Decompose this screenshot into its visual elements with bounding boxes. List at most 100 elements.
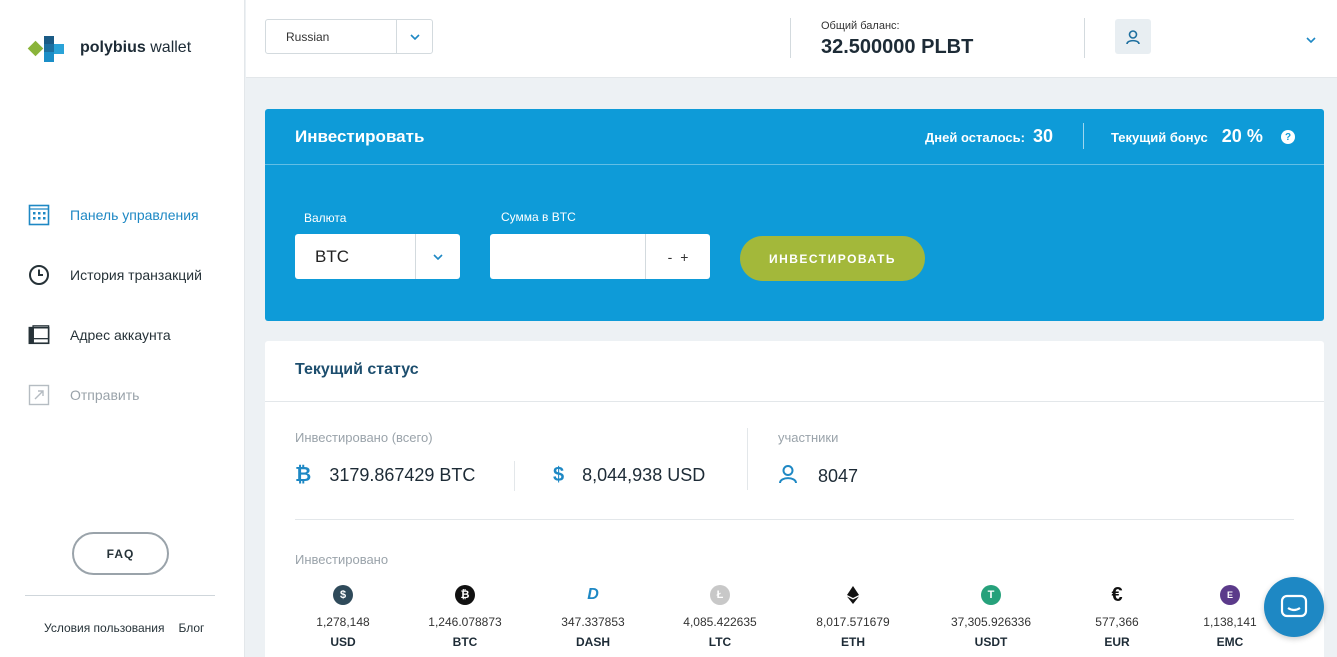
btc-total-value: 3179.867429 BTC (329, 465, 476, 485)
invest-divider (1083, 123, 1084, 149)
coin-code: EMC (1216, 635, 1244, 649)
logo-text: polybius wallet (80, 39, 192, 56)
sidebar-item-send[interactable]: Отправить (28, 365, 202, 425)
participants-value: 8047 (818, 466, 859, 486)
amount-stepper-controls: - + (645, 234, 710, 279)
days-left-value: 30 (1032, 126, 1053, 146)
chat-button[interactable] (1264, 577, 1324, 637)
status-divider-vertical (747, 428, 748, 490)
emercoin-icon: E (1220, 585, 1240, 605)
coin-usd: $ 1,278,148 USD (283, 585, 403, 649)
clock-icon (28, 264, 50, 286)
invest-button[interactable]: ИНВЕСТИРОВАТЬ (740, 236, 925, 281)
language-value: Russian (286, 29, 330, 44)
polybius-logo-icon (27, 33, 70, 63)
coin-dash: D 347.337853 DASH (533, 585, 653, 649)
sidebar-nav: Панель управления История транзакций Адр… (28, 185, 202, 425)
faq-button[interactable]: FAQ (72, 532, 169, 575)
balance-value: 32.500000 PLBT (821, 36, 974, 58)
sidebar-item-account-address[interactable]: Адрес аккаунта (28, 305, 202, 365)
sidebar-item-label: Панель управления (70, 207, 199, 223)
sidebar-item-label: История транзакций (70, 267, 202, 283)
bitcoin-icon: ₿ (295, 464, 312, 486)
terms-link[interactable]: Условия пользования (44, 621, 165, 635)
days-left: Дней осталось: 30 (925, 126, 1053, 147)
coin-amount: 347.337853 (561, 615, 625, 629)
send-arrow-icon (28, 384, 50, 406)
decrement-button[interactable]: - (668, 249, 673, 265)
chat-icon (1280, 594, 1308, 618)
currency-value: BTC (315, 246, 349, 266)
user-avatar-button[interactable] (1115, 19, 1151, 54)
status-divider (295, 519, 1294, 520)
coin-ltc: Ł 4,085.422635 LTC (660, 585, 780, 649)
header-divider (1084, 18, 1085, 58)
coin-eur: € 577,366 EUR (1057, 583, 1177, 650)
coin-code: LTC (708, 635, 732, 649)
coin-code: BTC (452, 635, 478, 649)
coin-amount: 37,305.926336 (950, 615, 1032, 629)
invested-label: Инвестировано (295, 552, 389, 567)
currency-select[interactable]: BTC (295, 234, 460, 279)
litecoin-icon: Ł (710, 585, 730, 605)
chevron-down-icon[interactable] (1306, 30, 1316, 48)
calculator-icon (28, 204, 50, 226)
sidebar-divider (25, 595, 215, 596)
logo[interactable]: polybius wallet (27, 33, 192, 63)
coin-amount: 8,017.571679 (816, 615, 890, 629)
invest-panel: Инвестировать Дней осталось: 30 Текущий … (265, 109, 1324, 321)
coin-code: USDT (974, 635, 1008, 649)
status-title: Текущий статус (295, 361, 419, 378)
coin-eth: 8,017.571679 ETH (793, 585, 913, 649)
participants-label: участники (778, 430, 839, 445)
dollar-icon: $ (553, 464, 565, 486)
dash-icon: D (587, 586, 599, 603)
chevron-down-icon (396, 20, 432, 53)
amount-input[interactable] (490, 234, 645, 279)
chevron-down-icon (415, 234, 460, 279)
wallet-icon (28, 324, 50, 346)
coin-code: USD (330, 635, 356, 649)
total-balance: Общий баланс: 32.500000 PLBT (821, 20, 973, 59)
status-divider-vertical (514, 461, 515, 491)
btc-total: ₿ 3179.867429 BTC (295, 464, 475, 487)
amount-stepper: - + (490, 234, 710, 279)
current-status-card: Текущий статус Инвестировано (всего) ₿ 3… (265, 341, 1324, 657)
blog-link[interactable]: Блог (179, 621, 205, 635)
top-header: Russian Общий баланс: 32.500000 PLBT (246, 0, 1337, 78)
coin-btc: ₿ 1,246.078873 BTC (405, 585, 525, 649)
sidebar: polybius wallet Панель управления Истори… (0, 0, 245, 657)
coin-amount: 1,246.078873 (428, 615, 502, 629)
currency-label: Валюта (304, 211, 347, 225)
user-icon (1126, 29, 1140, 44)
status-divider (265, 401, 1324, 402)
increment-button[interactable]: + (680, 249, 688, 265)
users-icon (778, 464, 798, 489)
header-divider (790, 18, 791, 58)
help-icon[interactable]: ? (1281, 130, 1295, 144)
euro-icon: € (1111, 583, 1123, 606)
usd-total-value: 8,044,938 USD (582, 465, 706, 485)
coin-code: DASH (575, 635, 610, 649)
invest-divider-line (265, 164, 1324, 165)
tether-icon: T (981, 585, 1001, 605)
sidebar-item-dashboard[interactable]: Панель управления (28, 185, 202, 245)
amount-label: Сумма в BTC (501, 210, 576, 224)
sidebar-item-transactions[interactable]: История транзакций (28, 245, 202, 305)
bonus-value: 20 % (1221, 126, 1263, 146)
usd-total: $ 8,044,938 USD (553, 464, 705, 487)
sidebar-item-label: Адрес аккаунта (70, 327, 171, 343)
invest-title: Инвестировать (295, 127, 425, 146)
bitcoin-icon: ₿ (455, 585, 475, 605)
coin-amount: 4,085.422635 (683, 615, 757, 629)
bonus-label: Текущий бонус (1111, 130, 1208, 145)
ethereum-icon (843, 585, 863, 605)
invested-total-label: Инвестировано (всего) (295, 430, 433, 445)
coin-usdt: T 37,305.926336 USDT (931, 585, 1051, 649)
coin-amount: 1,278,148 (316, 615, 370, 629)
days-left-label: Дней осталось: (925, 130, 1025, 145)
language-select[interactable]: Russian (265, 19, 433, 54)
coin-code: ETH (841, 635, 865, 649)
coin-amount: 577,366 (1095, 615, 1139, 629)
dollar-icon: $ (333, 585, 353, 605)
